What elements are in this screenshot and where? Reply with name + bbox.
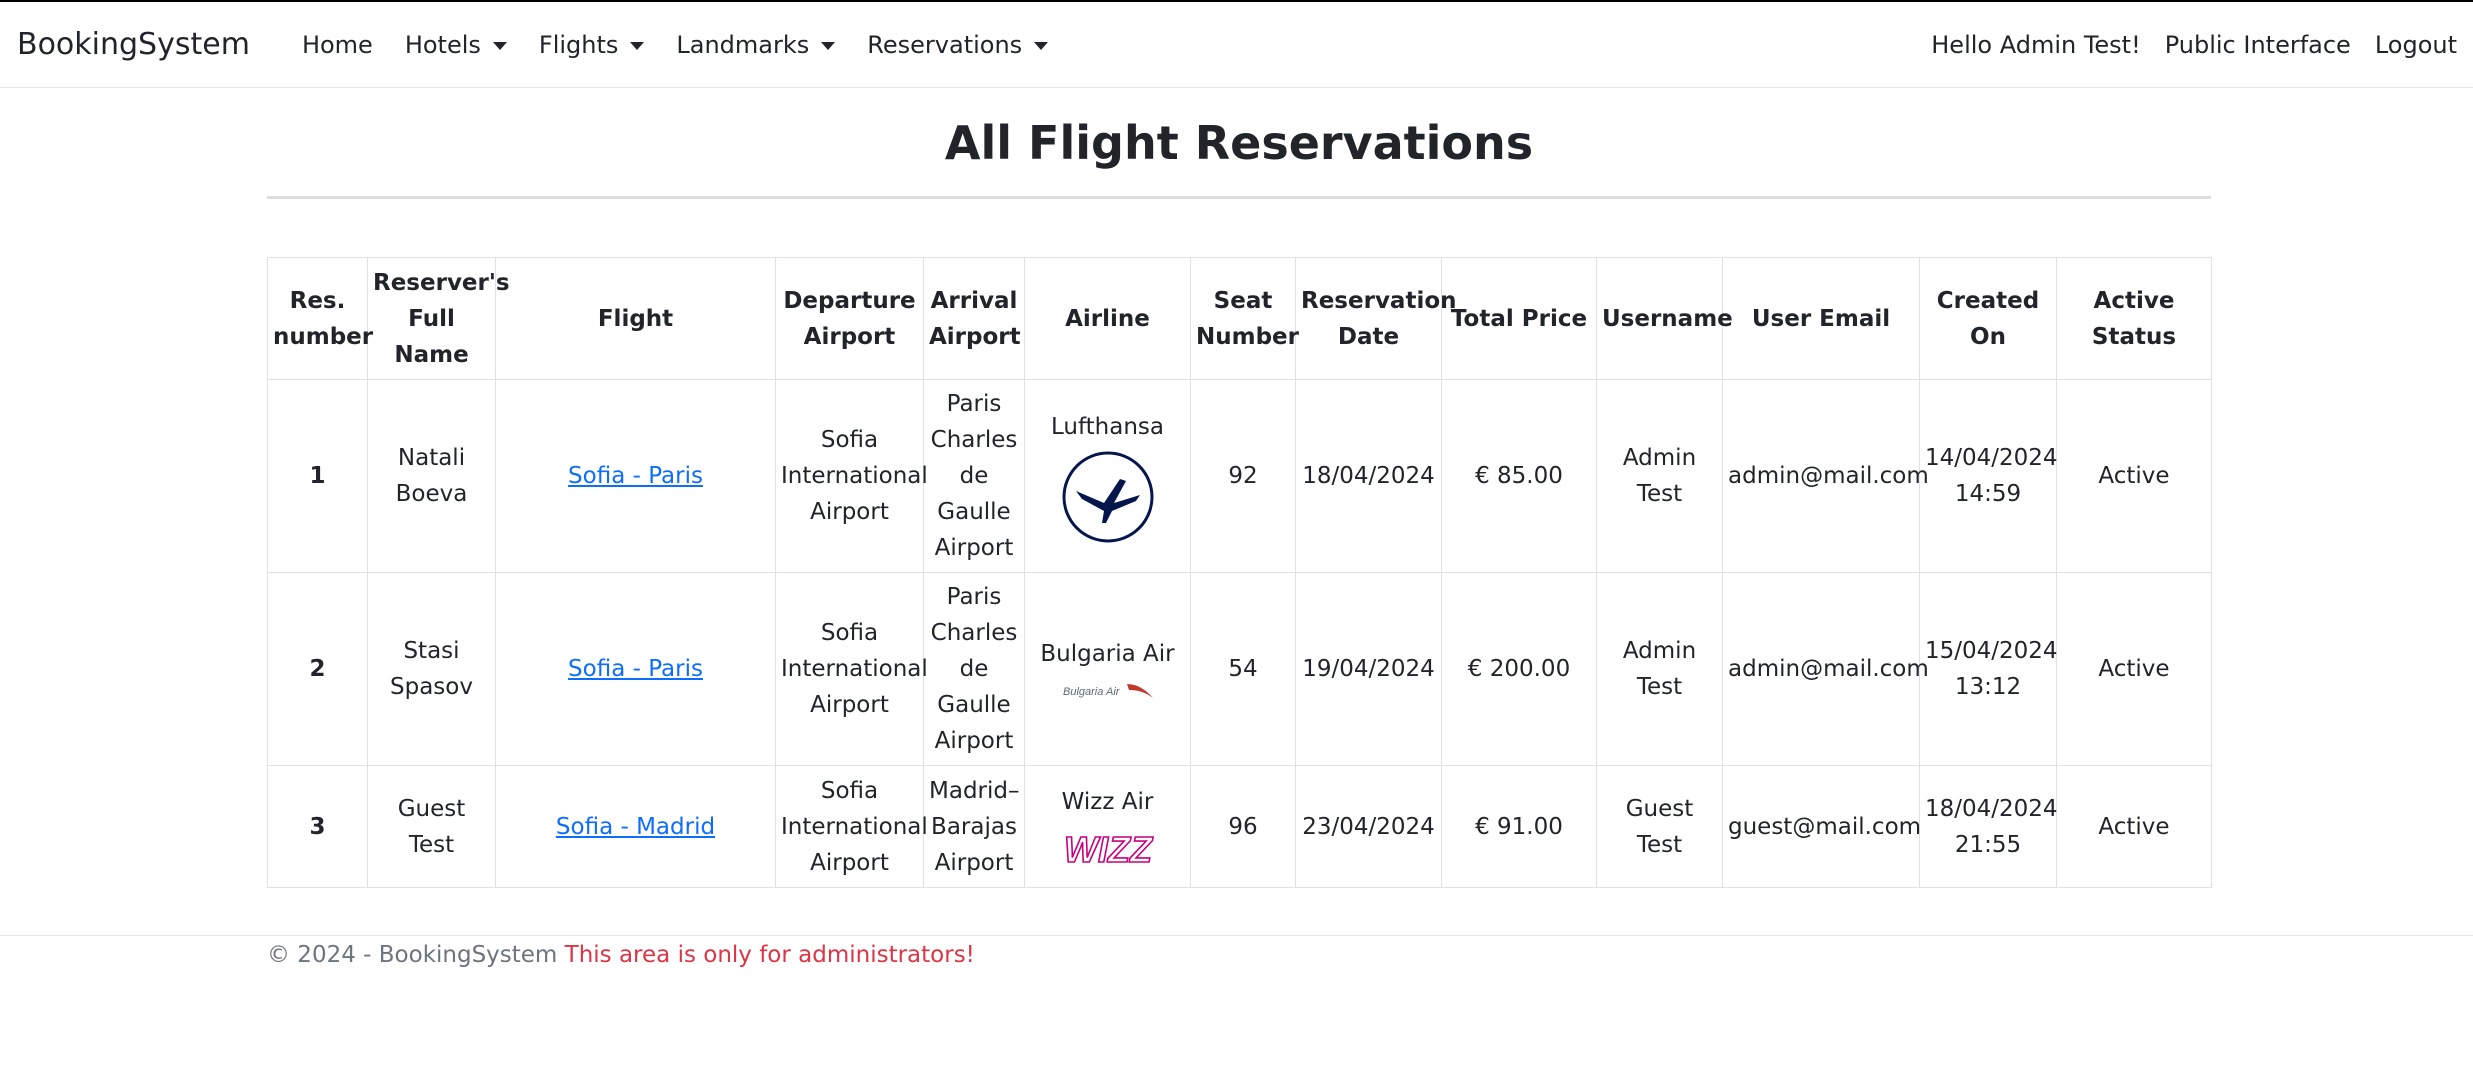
nav-landmarks-dropdown[interactable]: Landmarks bbox=[660, 31, 851, 59]
reservation-date-cell: 19/04/2024 bbox=[1295, 572, 1442, 766]
active-status-cell: Active bbox=[2056, 572, 2212, 766]
airline-cell: Wizz Air WIZZ bbox=[1024, 765, 1191, 888]
footer-admin-warning: This area is only for administrators! bbox=[564, 942, 975, 968]
public-interface-link[interactable]: Public Interface bbox=[2153, 31, 2363, 59]
header-username: Username bbox=[1596, 257, 1733, 380]
table-row: 2 Stasi Spasov Sofia - Paris Sofia Inter… bbox=[267, 572, 2212, 766]
user-email-cell: guest@mail.com bbox=[1722, 765, 1921, 888]
user-email-cell: admin@mail.com bbox=[1722, 572, 1929, 766]
flight-cell: Sofia - Paris bbox=[495, 572, 776, 766]
flight-link[interactable]: Sofia - Madrid bbox=[556, 814, 715, 840]
header-airline: Airline bbox=[1024, 257, 1191, 380]
table-row: 1 Natali Boeva Sofia - Paris Sofia Inter… bbox=[267, 379, 2212, 573]
nav-reservations-label: Reservations bbox=[867, 30, 1023, 59]
header-total-price: Total Price bbox=[1441, 257, 1597, 380]
total-price-cell: € 85.00 bbox=[1441, 379, 1597, 573]
username-cell: Guest Test bbox=[1596, 765, 1723, 888]
reservations-table: Res. number Reserver's Full Name Flight … bbox=[267, 257, 2212, 888]
nav-hotels-label: Hotels bbox=[404, 30, 481, 59]
flight-link[interactable]: Sofia - Paris bbox=[568, 656, 703, 682]
nav-home-label: Home bbox=[301, 30, 373, 59]
caret-down-icon bbox=[1034, 41, 1049, 50]
res-number-cell: 3 bbox=[267, 765, 368, 888]
top-navbar: BookingSystem Home Hotels Flights Landma… bbox=[0, 2, 2473, 88]
departure-airport-cell: Sofia International Airport bbox=[775, 379, 928, 573]
full-name-cell: Natali Boeva bbox=[367, 379, 496, 573]
departure-airport-cell: Sofia International Airport bbox=[775, 572, 928, 766]
username-cell: Admin Test bbox=[1596, 379, 1723, 573]
arrival-airport-cell: Paris Charles de Gaulle Airport bbox=[923, 572, 1025, 766]
nav-flights-label: Flights bbox=[538, 30, 619, 59]
nav-user-menu: Hello Admin Test! Public Interface Logou… bbox=[1919, 31, 2457, 59]
caret-down-icon bbox=[821, 41, 836, 50]
created-on-cell: 14/04/2024 14:59 bbox=[1919, 379, 2058, 573]
bulgaria-air-logo-text: Bulgaria Air bbox=[1063, 686, 1121, 698]
wizz-logo-text: WIZZ bbox=[1064, 829, 1154, 870]
reservation-date-cell: 18/04/2024 bbox=[1295, 379, 1442, 573]
nav-hotels-dropdown[interactable]: Hotels bbox=[389, 31, 523, 59]
res-number-cell: 2 bbox=[267, 572, 368, 766]
total-price-cell: € 91.00 bbox=[1441, 765, 1597, 888]
caret-down-icon bbox=[492, 41, 507, 50]
nav-menu: Home Hotels Flights Landmarks Reservatio… bbox=[286, 31, 1064, 59]
airline-name: Bulgaria Air bbox=[1040, 641, 1175, 667]
table-header-row: Res. number Reserver's Full Name Flight … bbox=[267, 257, 2212, 380]
logout-button[interactable]: Logout bbox=[2363, 31, 2457, 59]
header-departure-airport: Departure Airport bbox=[775, 257, 924, 380]
username-cell: Admin Test bbox=[1596, 572, 1723, 766]
page-footer: © 2024 - BookingSystem This area is only… bbox=[0, 935, 2473, 968]
title-divider bbox=[267, 196, 2211, 199]
header-user-email: User Email bbox=[1722, 257, 1920, 380]
flight-cell: Sofia - Paris bbox=[495, 379, 776, 573]
header-flight: Flight bbox=[495, 257, 776, 380]
main-content: All Flight Reservations Res. number Rese… bbox=[267, 90, 2212, 888]
airline-name: Lufthansa bbox=[1050, 414, 1165, 440]
flight-link[interactable]: Sofia - Paris bbox=[568, 463, 703, 489]
header-active-status: Active Status bbox=[2056, 257, 2212, 380]
total-price-cell: € 200.00 bbox=[1441, 572, 1597, 766]
header-full-name: Reserver's Full Name bbox=[367, 257, 510, 380]
header-res-number: Res. number bbox=[267, 257, 373, 380]
full-name-cell: Stasi Spasov bbox=[367, 572, 496, 766]
airline-cell: Bulgaria Air Bulgaria Air bbox=[1024, 572, 1191, 766]
nav-landmarks-label: Landmarks bbox=[676, 30, 810, 59]
brand-link[interactable]: BookingSystem bbox=[17, 27, 250, 62]
airline-cell: Lufthansa bbox=[1024, 379, 1191, 573]
arrival-airport-cell: Madrid–Barajas Airport bbox=[923, 765, 1025, 888]
active-status-cell: Active bbox=[2056, 765, 2212, 888]
active-status-cell: Active bbox=[2056, 379, 2212, 573]
caret-down-icon bbox=[630, 41, 645, 50]
departure-airport-cell: Sofia International Airport bbox=[775, 765, 928, 888]
airline-name: Wizz Air bbox=[1061, 788, 1154, 815]
seat-number-cell: 96 bbox=[1190, 765, 1296, 888]
seat-number-cell: 92 bbox=[1190, 379, 1296, 573]
footer-text: © 2024 - BookingSystem This area is only… bbox=[267, 942, 975, 968]
table-row: 3 Guest Test Sofia - Madrid Sofia Intern… bbox=[267, 765, 2212, 888]
lufthansa-logo-icon bbox=[1062, 451, 1153, 543]
header-seat-number: Seat Number bbox=[1190, 257, 1299, 380]
bulgaria-air-logo-icon: Bulgaria Air bbox=[1063, 684, 1153, 698]
flight-cell: Sofia - Madrid bbox=[495, 765, 776, 888]
nav-flights-dropdown[interactable]: Flights bbox=[523, 31, 661, 59]
created-on-cell: 18/04/2024 21:55 bbox=[1919, 765, 2058, 888]
res-number-cell: 1 bbox=[267, 379, 368, 573]
user-email-cell: admin@mail.com bbox=[1722, 379, 1929, 573]
nav-home-link[interactable]: Home bbox=[286, 31, 389, 59]
full-name-cell: Guest Test bbox=[367, 765, 496, 888]
arrival-airport-cell: Paris Charles de Gaulle Airport bbox=[923, 379, 1025, 573]
header-arrival-airport: Arrival Airport bbox=[923, 257, 1025, 380]
reservation-date-cell: 23/04/2024 bbox=[1295, 765, 1442, 888]
header-reservation-date: Reservation Date bbox=[1295, 257, 1457, 380]
wizz-air-logo-icon: WIZZ bbox=[1063, 828, 1155, 870]
created-on-cell: 15/04/2024 13:12 bbox=[1919, 572, 2058, 766]
header-created-on: Created On bbox=[1919, 257, 2057, 380]
nav-reservations-dropdown[interactable]: Reservations bbox=[851, 31, 1064, 59]
user-greeting-link[interactable]: Hello Admin Test! bbox=[1919, 31, 2152, 59]
footer-copyright: © 2024 - BookingSystem bbox=[267, 942, 558, 968]
page-title: All Flight Reservations bbox=[944, 116, 1534, 170]
seat-number-cell: 54 bbox=[1190, 572, 1296, 766]
